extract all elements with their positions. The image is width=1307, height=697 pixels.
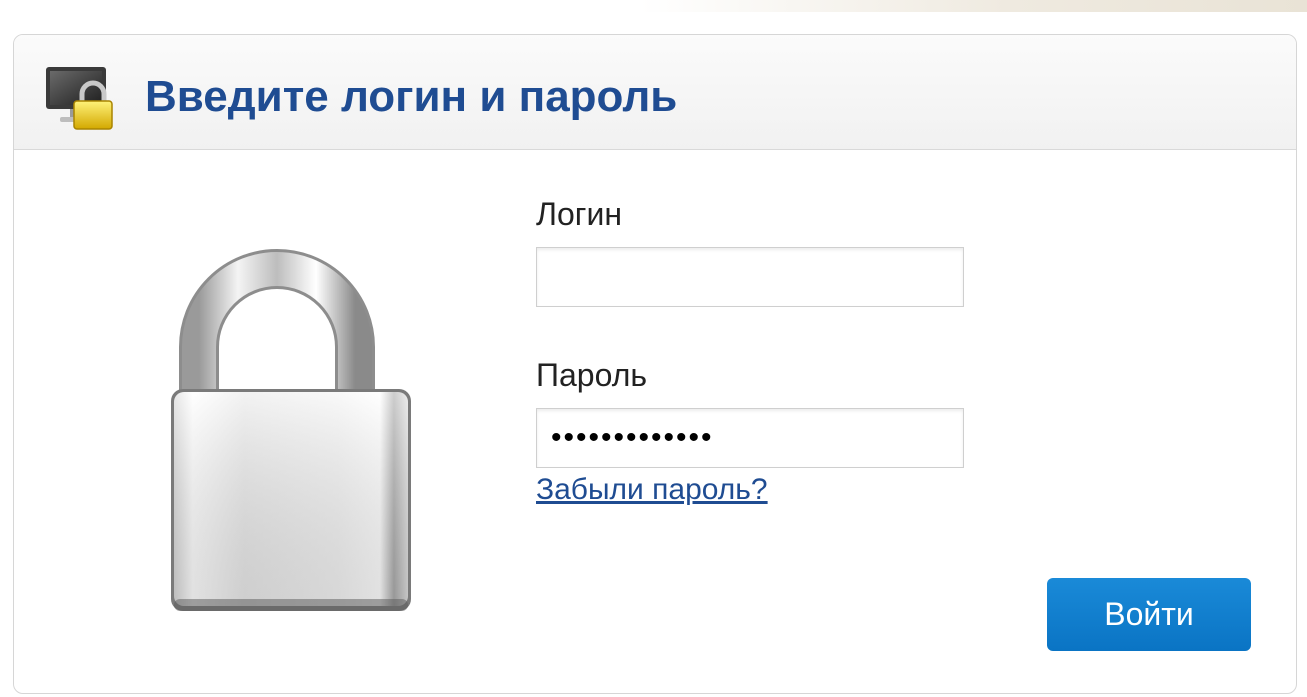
panel-header: Введите логин и пароль	[14, 35, 1296, 150]
top-shadow-decoration	[640, 0, 1307, 12]
password-input[interactable]	[536, 408, 964, 468]
password-label: Пароль	[536, 357, 648, 393]
padlock-open-icon	[171, 249, 411, 611]
login-input[interactable]	[536, 247, 964, 307]
forgot-password-link[interactable]: Забыли пароль?	[536, 473, 768, 507]
login-panel: Введите логин и пароль Логин Пароль ••••…	[13, 34, 1297, 694]
login-button[interactable]: Войти	[1047, 578, 1251, 651]
monitor-lock-icon	[46, 67, 113, 130]
page-title: Введите логин и пароль	[145, 72, 678, 121]
login-label: Логин	[536, 196, 623, 232]
